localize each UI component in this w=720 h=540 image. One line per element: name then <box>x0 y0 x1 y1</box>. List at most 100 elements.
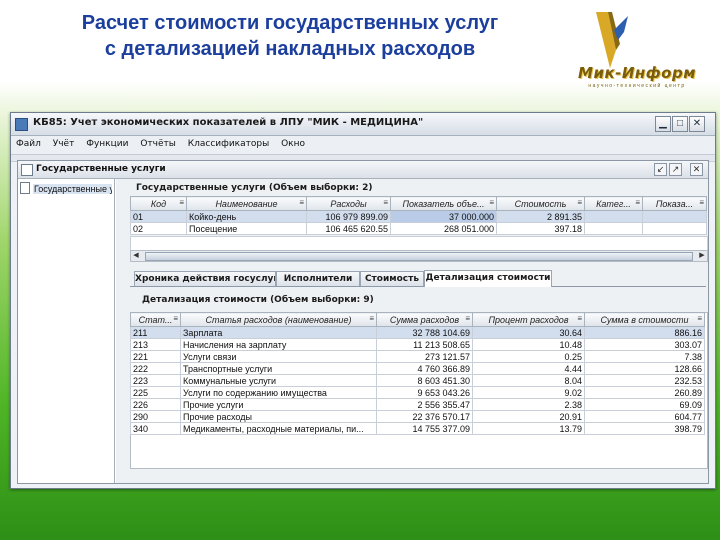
table-cell: 273 121.57 <box>376 350 473 363</box>
tree-item-label: Государственные услуги <box>33 184 112 194</box>
column-header[interactable]: Код ≡ <box>130 196 187 211</box>
column-header[interactable]: Катег... ≡ <box>584 196 643 211</box>
table-cell: 225 <box>130 386 181 399</box>
app-icon <box>15 118 28 131</box>
table-cell: 11 213 508.65 <box>376 338 473 351</box>
table-cell: 397.18 <box>496 222 585 235</box>
table-cell <box>584 210 643 223</box>
table-cell: Медикаменты, расходные материалы, пи... <box>180 422 377 435</box>
table-cell: 01 <box>130 210 187 223</box>
table-cell: 340 <box>130 422 181 435</box>
table-row[interactable]: 01 Койко-день 106 979 899.09 37 000.000 … <box>130 210 707 223</box>
column-header[interactable]: Стат... ≡ <box>130 312 181 327</box>
table-row[interactable]: 223 Коммунальные услуги 8 603 451.30 8.0… <box>130 374 705 387</box>
table-cell: 13.79 <box>472 422 585 435</box>
menu-functions[interactable]: Функции <box>81 136 132 149</box>
frame-titlebar[interactable]: Государственные услуги ↙ ↗ ✕ <box>18 161 708 179</box>
menu-accounting[interactable]: Учёт <box>48 136 79 149</box>
column-header[interactable]: Наименование ≡ <box>186 196 307 211</box>
column-header[interactable]: Сумма в стоимости ≡ <box>584 312 705 327</box>
detail-table: Стат... ≡ Статья расходов (наименование) ≡… <box>130 312 705 435</box>
table-cell: Транспортные услуги <box>180 362 377 375</box>
table-cell: 4 760 366.89 <box>376 362 473 375</box>
table-cell: Посещение <box>186 222 307 235</box>
column-menu-icon: ≡ <box>577 314 582 323</box>
table-cell: 37 000.000 <box>390 210 497 223</box>
column-header[interactable]: Стоимость ≡ <box>496 196 585 211</box>
menu-window[interactable]: Окно <box>276 136 309 149</box>
table-cell: Услуги связи <box>180 350 377 363</box>
table-row[interactable]: 213 Начисления на зарплату 11 213 508.65… <box>130 338 705 351</box>
table-row[interactable]: 02 Посещение 106 465 620.55 268 051.000 … <box>130 222 707 235</box>
table-cell: 260.89 <box>584 386 705 399</box>
table-cell: 10.48 <box>472 338 585 351</box>
column-header[interactable]: Статья расходов (наименование) ≡ <box>180 312 377 327</box>
table-cell: Услуги по содержанию имущества <box>180 386 377 399</box>
table-row[interactable]: 226 Прочие услуги 2 556 355.47 2.38 69.0… <box>130 398 705 411</box>
tab-cost[interactable]: Стоимость <box>360 271 424 286</box>
frame-title: Государственные услуги <box>36 164 166 174</box>
frame-close-button[interactable]: ✕ <box>690 163 703 176</box>
frame-maximize-button[interactable]: ↗ <box>669 163 682 176</box>
maximize-button[interactable]: □ <box>672 116 688 132</box>
table-row[interactable]: 221 Услуги связи 273 121.57 0.25 7.38 <box>130 350 705 363</box>
table-cell: 268 051.000 <box>390 222 497 235</box>
table-cell: 9 653 043.26 <box>376 386 473 399</box>
scrollbar-thumb[interactable] <box>145 252 693 261</box>
frame-icon <box>21 164 33 176</box>
column-menu-icon: ≡ <box>465 314 470 323</box>
column-header[interactable]: Показатель объе... ≡ <box>390 196 497 211</box>
window-title: КБ85: Учет экономических показателей в Л… <box>33 117 424 128</box>
column-header[interactable]: Расходы ≡ <box>306 196 391 211</box>
table-cell: 213 <box>130 338 181 351</box>
table-cell: 226 <box>130 398 181 411</box>
minimize-button[interactable]: ▁ <box>655 116 671 132</box>
tab-performers[interactable]: Исполнители <box>276 271 360 286</box>
frame-restore-button[interactable]: ↙ <box>654 163 667 176</box>
table-cell: 106 979 899.09 <box>306 210 391 223</box>
table-row[interactable]: 290 Прочие расходы 22 376 570.17 20.91 6… <box>130 410 705 423</box>
logo-mark-icon <box>596 12 628 68</box>
table-cell: 128.66 <box>584 362 705 375</box>
logo-text: Мик-Информ <box>578 64 696 82</box>
table-row[interactable]: 225 Услуги по содержанию имущества 9 653… <box>130 386 705 399</box>
table-cell: 303.07 <box>584 338 705 351</box>
scroll-left-icon[interactable]: ◀ <box>131 251 141 261</box>
table-cell: 211 <box>130 326 181 339</box>
horizontal-scrollbar[interactable]: ◀ ▶ <box>130 250 708 262</box>
menu-classifiers[interactable]: Классификаторы <box>183 136 273 149</box>
tab-cost-details[interactable]: Детализация стоимости <box>424 270 552 287</box>
column-menu-icon: ≡ <box>383 198 388 207</box>
table-row[interactable]: 222 Транспортные услуги 4 760 366.89 4.4… <box>130 362 705 375</box>
tab-service-history[interactable]: Хроника действия госуслуги <box>134 271 276 286</box>
column-header[interactable]: Процент расходов ≡ <box>472 312 585 327</box>
table-row[interactable]: 211 Зарплата 32 788 104.69 30.64 886.16 <box>130 326 705 339</box>
table-row[interactable]: 340 Медикаменты, расходные материалы, пи… <box>130 422 705 435</box>
close-button[interactable]: ✕ <box>689 116 705 132</box>
column-menu-icon: ≡ <box>179 198 184 207</box>
slide-title-line1: Расчет стоимости государственных услуг <box>81 12 499 34</box>
table-cell: 9.02 <box>472 386 585 399</box>
table-cell: 2 891.35 <box>496 210 585 223</box>
tree-item-services[interactable]: Государственные услуги <box>20 182 112 194</box>
table-cell: 223 <box>130 374 181 387</box>
column-menu-icon: ≡ <box>369 314 374 323</box>
column-header[interactable]: Показа... ≡ <box>642 196 707 211</box>
services-table: Код ≡ Наименование ≡ Расходы ≡ Показатель о… <box>130 196 707 235</box>
table-cell: 232.53 <box>584 374 705 387</box>
column-menu-icon: ≡ <box>489 198 494 207</box>
menu-reports[interactable]: Отчёты <box>135 136 180 149</box>
menu-file[interactable]: Файл <box>11 136 45 149</box>
table-cell: Прочие расходы <box>180 410 377 423</box>
table-cell: 398.79 <box>584 422 705 435</box>
column-header[interactable]: Сумма расходов ≡ <box>376 312 473 327</box>
table-cell: 8.04 <box>472 374 585 387</box>
table-cell: Койко-день <box>186 210 307 223</box>
services-section-title: Государственные услуги (Объем выборки: 2… <box>136 183 373 193</box>
table-cell: Прочие услуги <box>180 398 377 411</box>
table-cell: Зарплата <box>180 326 377 339</box>
company-logo: Мик-Информ научно-технический центр <box>562 10 712 90</box>
table-cell: 106 465 620.55 <box>306 222 391 235</box>
window-titlebar[interactable]: КБ85: Учет экономических показателей в Л… <box>11 113 715 136</box>
scroll-right-icon[interactable]: ▶ <box>697 251 707 261</box>
